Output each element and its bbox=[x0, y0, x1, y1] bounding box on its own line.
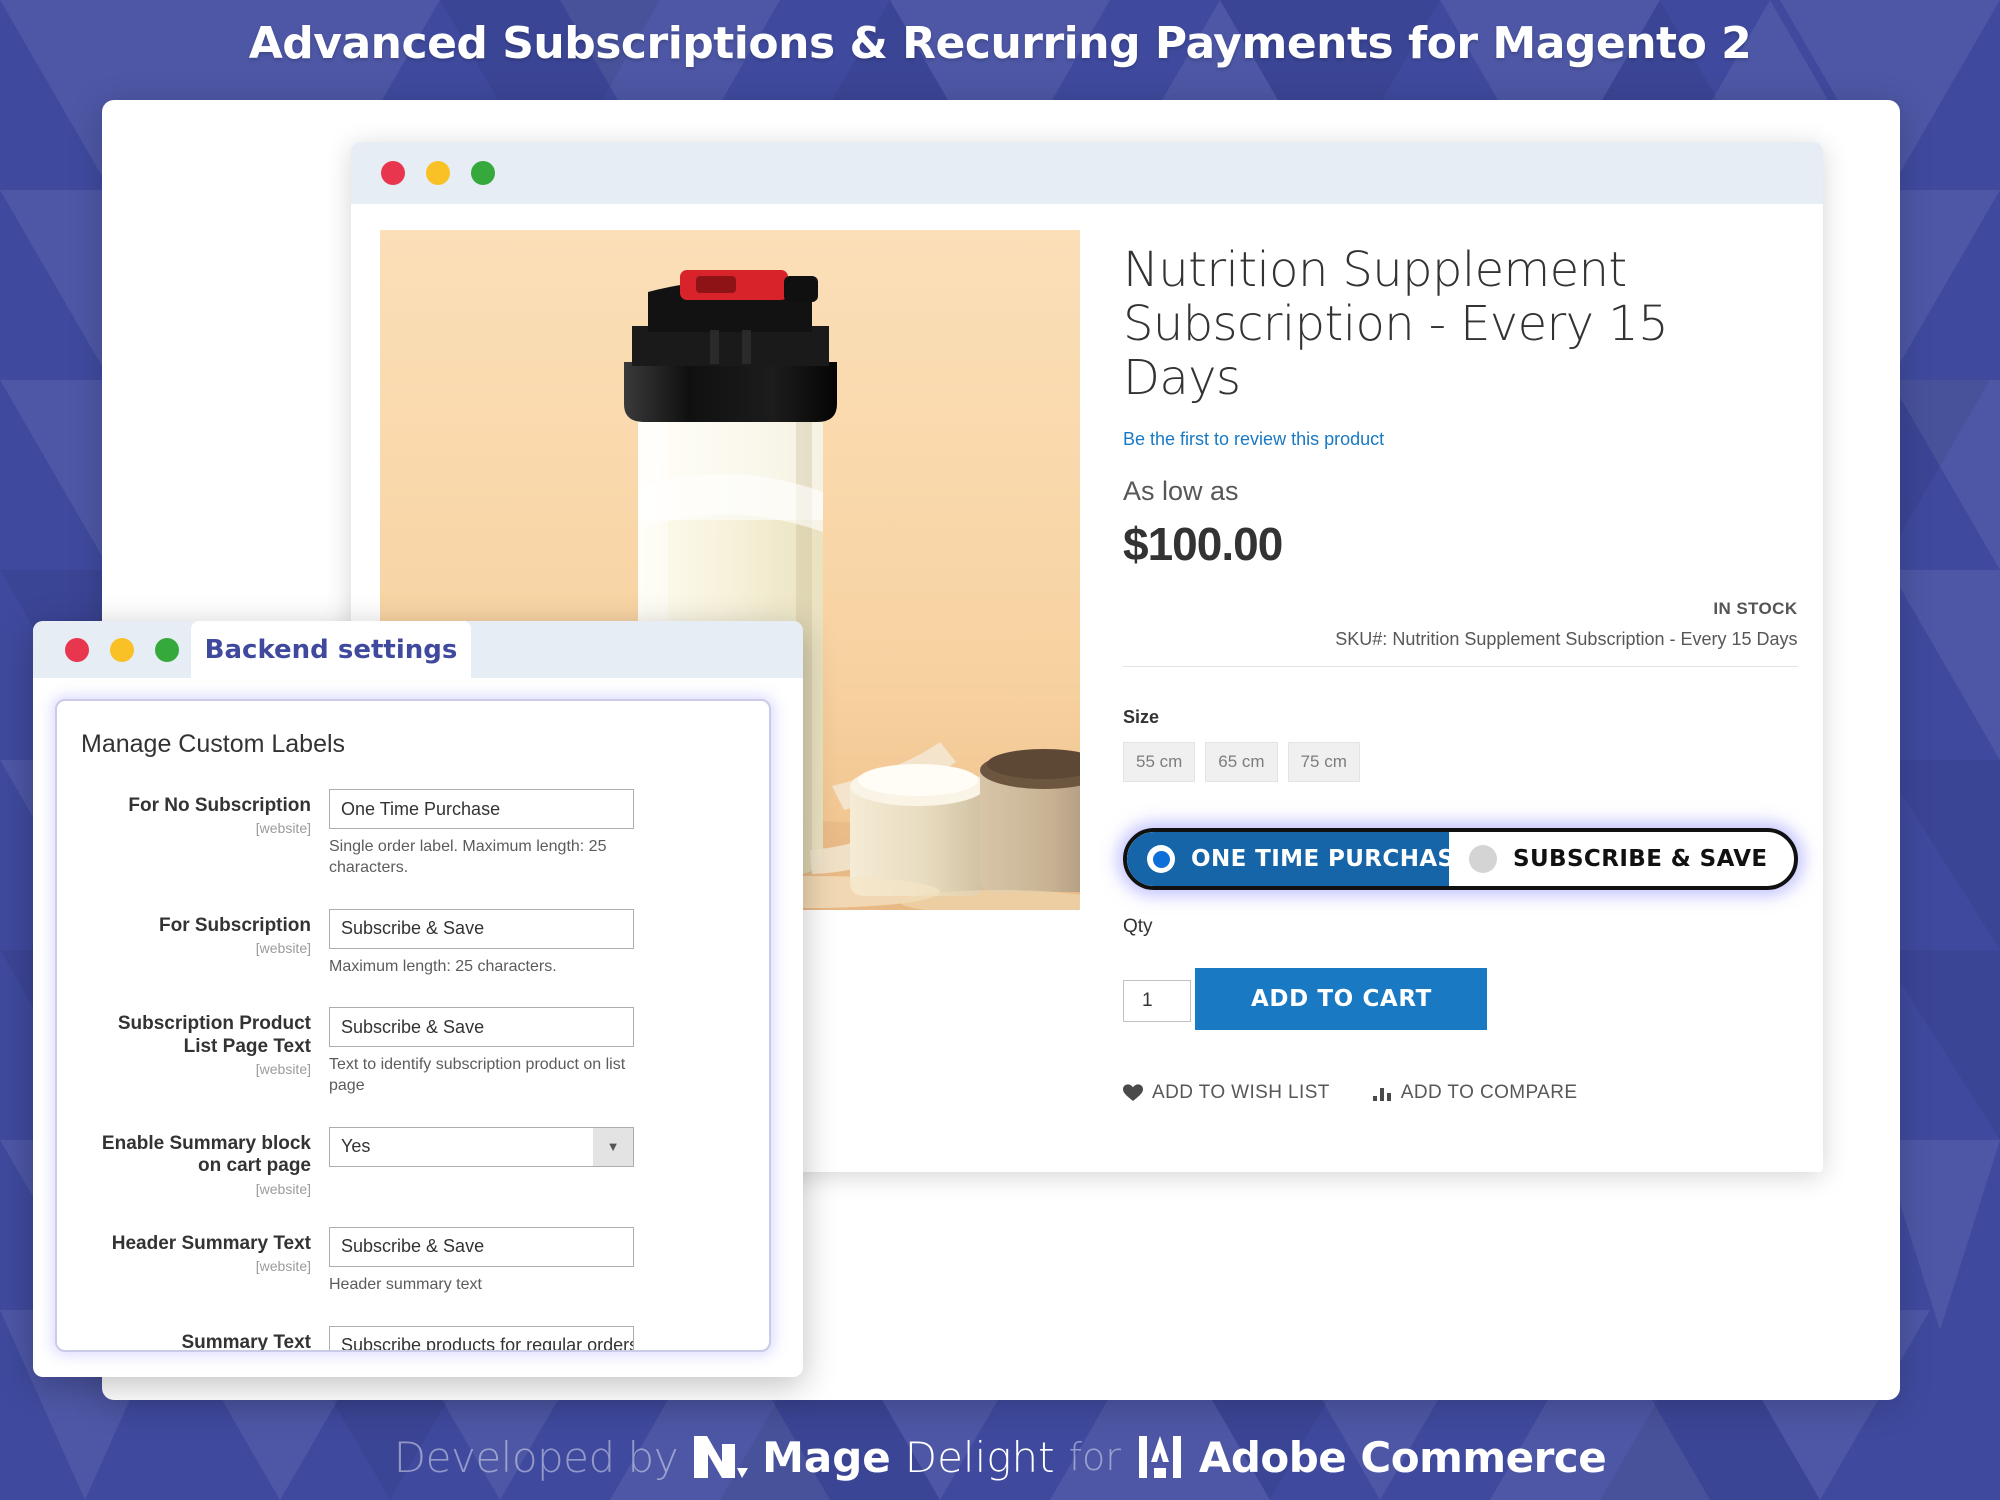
field-row-for-subscription: For Subscription [website] Maximum lengt… bbox=[79, 908, 747, 978]
compare-bars-icon bbox=[1372, 1088, 1391, 1102]
radio-unselected-icon bbox=[1469, 845, 1497, 874]
field-control: Header summary text bbox=[329, 1226, 747, 1296]
qty-input[interactable] bbox=[1123, 980, 1191, 1023]
field-hint: Single order label. Maximum length: 25 c… bbox=[329, 838, 607, 876]
info-divider bbox=[1123, 666, 1798, 668]
field-label-group: Header Summary Text [website] bbox=[79, 1227, 329, 1296]
enable-summary-block-select[interactable]: Yes ▼ bbox=[329, 1126, 634, 1167]
secondary-links: ADD TO WISH LIST ADD TO COMPARE bbox=[1123, 1082, 1798, 1104]
field-row-subscription-product-list-page-text: Subscription Product List Page Text [web… bbox=[79, 1007, 747, 1097]
field-label-group: Summary Text [website] bbox=[79, 1326, 329, 1352]
field-scope: [website] bbox=[255, 1061, 311, 1078]
sku-label: SKU#: bbox=[1335, 629, 1388, 650]
add-to-cart-button[interactable]: ADD TO CART bbox=[1195, 968, 1488, 1031]
subscription-toggle[interactable]: ONE TIME PURCHASE SUBSCRIBE & SAVE bbox=[1123, 828, 1798, 891]
size-swatch-65[interactable]: 65 cm bbox=[1205, 742, 1278, 783]
sku-value: Nutrition Supplement Subscription - Ever… bbox=[1392, 629, 1798, 650]
field-control: Yes ▼ bbox=[329, 1126, 747, 1197]
one-time-purchase-label: ONE TIME PURCHASE bbox=[1191, 846, 1471, 873]
one-time-purchase-option[interactable]: ONE TIME PURCHASE bbox=[1127, 832, 1470, 887]
size-label: Size bbox=[1123, 707, 1160, 728]
radio-selected-icon bbox=[1147, 845, 1175, 874]
field-label: Enable Summary block on cart page bbox=[101, 1132, 311, 1177]
field-label-group: For No Subscription [website] bbox=[79, 789, 329, 879]
size-swatch-group: 55 cm 65 cm 75 cm bbox=[1123, 742, 1798, 783]
backend-maximize-window-dot-icon[interactable] bbox=[155, 637, 179, 662]
backend-settings-window: Backend settings Manage Custom Labels Fo… bbox=[33, 621, 803, 1377]
add-to-compare-link[interactable]: ADD TO COMPARE bbox=[1372, 1082, 1578, 1104]
field-control: Summary content text bbox=[329, 1325, 747, 1350]
manage-custom-labels-card: Manage Custom Labels For No Subscription… bbox=[55, 699, 771, 1352]
subscription-toggle-wrapper: ONE TIME PURCHASE SUBSCRIBE & SAVE bbox=[1123, 828, 1798, 891]
field-label: For Subscription bbox=[159, 914, 311, 936]
storefront-window-titlebar bbox=[351, 142, 1823, 204]
as-low-as-label: As low as bbox=[1123, 476, 1239, 507]
field-control: Maximum length: 25 characters. bbox=[329, 908, 747, 978]
field-control: Text to identify subscription product on… bbox=[329, 1007, 747, 1097]
field-hint: Maximum length: 25 characters. bbox=[329, 957, 557, 975]
review-link[interactable]: Be the first to review this product bbox=[1123, 429, 1798, 450]
backend-close-window-dot-icon[interactable] bbox=[65, 637, 89, 662]
heart-icon bbox=[1123, 1084, 1143, 1102]
backend-minimize-window-dot-icon[interactable] bbox=[110, 637, 134, 662]
field-scope: [website] bbox=[255, 1258, 311, 1275]
mage-label: Mage bbox=[762, 1432, 891, 1482]
stock-status: IN STOCK bbox=[1713, 599, 1798, 619]
enable-summary-block-value: Yes bbox=[329, 1126, 634, 1167]
delight-label: Delight bbox=[904, 1432, 1055, 1482]
developed-by-label: Developed by bbox=[393, 1432, 679, 1482]
field-label: Header Summary Text bbox=[111, 1232, 311, 1254]
close-window-dot-icon[interactable] bbox=[381, 161, 405, 185]
field-label: Summary Text bbox=[181, 1331, 311, 1352]
field-control: Single order label. Maximum length: 25 c… bbox=[329, 789, 747, 879]
header-summary-text-input[interactable] bbox=[329, 1226, 634, 1267]
adobe-commerce-label: Adobe Commerce bbox=[1198, 1432, 1607, 1482]
field-row-header-summary-text: Header Summary Text [website] Header sum… bbox=[79, 1226, 747, 1296]
for-no-subscription-input[interactable] bbox=[329, 789, 634, 829]
product-info: Nutrition Supplement Subscription - Ever… bbox=[1080, 230, 1823, 1104]
section-heading: Manage Custom Labels bbox=[81, 730, 346, 758]
field-row-enable-summary-block: Enable Summary block on cart page [websi… bbox=[79, 1126, 747, 1197]
field-scope: [website] bbox=[255, 940, 311, 956]
adobe-commerce-logo-icon bbox=[1138, 1436, 1181, 1478]
for-label: for bbox=[1068, 1435, 1121, 1479]
page-title: Advanced Subscriptions & Recurring Payme… bbox=[248, 18, 1752, 69]
for-subscription-input[interactable] bbox=[329, 908, 634, 949]
field-label: For No Subscription bbox=[128, 795, 311, 816]
subscribe-and-save-option[interactable]: SUBSCRIBE & SAVE bbox=[1449, 832, 1794, 886]
backend-window-titlebar: Backend settings bbox=[33, 621, 803, 678]
subscribe-and-save-label: SUBSCRIBE & SAVE bbox=[1513, 846, 1768, 873]
size-swatch-75[interactable]: 75 cm bbox=[1287, 742, 1360, 783]
field-label-group: For Subscription [website] bbox=[79, 909, 329, 978]
field-hint: Text to identify subscription product on… bbox=[329, 1056, 626, 1095]
field-label: Subscription Product List Page Text bbox=[117, 1013, 311, 1057]
product-title: Nutrition Supplement Subscription - Ever… bbox=[1123, 242, 1669, 406]
maximize-window-dot-icon[interactable] bbox=[471, 161, 495, 185]
size-swatch-55[interactable]: 55 cm bbox=[1123, 742, 1196, 783]
product-price: $100.00 bbox=[1123, 518, 1283, 571]
footer: Developed by Mage Delight for Adobe Comme… bbox=[0, 1432, 2000, 1482]
qty-label: Qty bbox=[1123, 916, 1153, 938]
field-row-for-no-subscription: For No Subscription [website] Single ord… bbox=[79, 789, 747, 879]
field-hint: Header summary text bbox=[329, 1275, 482, 1293]
summary-text-input[interactable] bbox=[329, 1325, 634, 1350]
magedelight-logo-icon bbox=[694, 1436, 749, 1478]
subscription-product-list-page-text-input[interactable] bbox=[329, 1007, 634, 1048]
tab-backend-settings[interactable]: Backend settings bbox=[191, 621, 471, 678]
field-scope: [website] bbox=[255, 1180, 311, 1197]
field-label-group: Subscription Product List Page Text [web… bbox=[79, 1007, 329, 1097]
add-to-compare-label: ADD TO COMPARE bbox=[1400, 1082, 1578, 1104]
field-scope: [website] bbox=[255, 820, 311, 837]
sku-row: SKU#: Nutrition Supplement Subscription … bbox=[1123, 629, 1798, 650]
add-to-wish-list-link[interactable]: ADD TO WISH LIST bbox=[1123, 1082, 1330, 1104]
add-to-wish-list-label: ADD TO WISH LIST bbox=[1152, 1082, 1330, 1104]
chevron-down-icon[interactable]: ▼ bbox=[593, 1127, 633, 1166]
field-label-group: Enable Summary block on cart page [websi… bbox=[79, 1127, 329, 1197]
minimize-window-dot-icon[interactable] bbox=[426, 161, 450, 185]
field-row-summary-text: Summary Text [website] Summary content t… bbox=[79, 1325, 747, 1352]
